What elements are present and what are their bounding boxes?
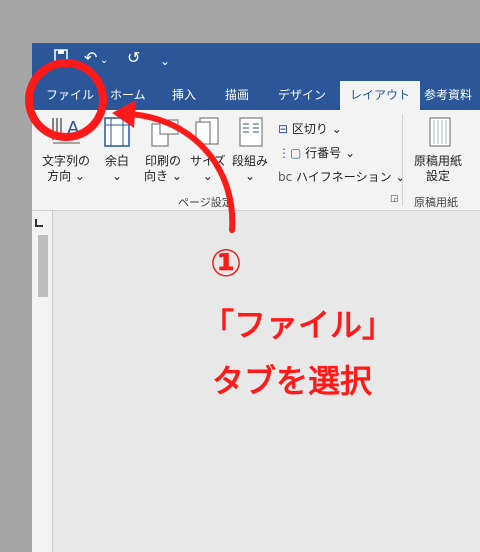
arrow-head <box>112 100 136 128</box>
annotation-line2: タブを選択 <box>212 362 373 400</box>
step-number: ① <box>210 241 243 285</box>
highlight-circle <box>25 59 107 141</box>
annotation-arrow <box>127 111 236 233</box>
annotation-line1: 「ファイル」 <box>202 306 395 344</box>
